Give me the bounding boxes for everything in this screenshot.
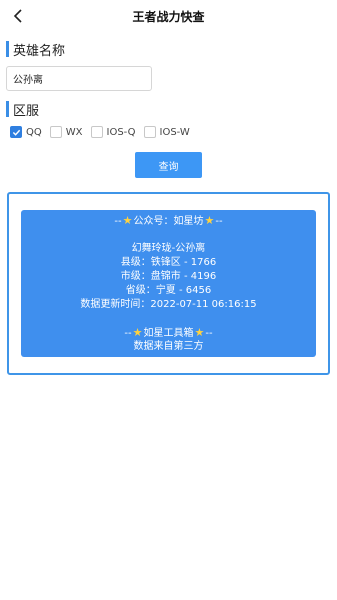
server-option-label: IOS-W <box>159 126 190 138</box>
result-header: --★公众号：如星坊★-- <box>21 214 316 228</box>
result-province-line: 省级：宁夏 - 6456 <box>125 285 212 296</box>
chevron-left-icon <box>13 9 22 23</box>
result-source-line: 数据来自第三方 <box>133 341 204 352</box>
section-accent-bar <box>6 41 9 57</box>
hero-name-input[interactable] <box>6 66 152 91</box>
result-hero-line: 幻舞玲珑-公孙离 <box>131 243 206 254</box>
query-button[interactable]: 查询 <box>135 152 202 178</box>
result-panel: --★公众号：如星坊★-- 幻舞玲珑-公孙离 县级：铁锋区 - 1766 市级：… <box>7 192 330 375</box>
star-icon: ★ <box>204 214 215 227</box>
server-option-ios-q[interactable]: IOS-Q <box>90 126 136 138</box>
result-footer: --★如星工具箱★-- <box>21 326 316 340</box>
checkmark-icon <box>12 129 20 136</box>
server-options: QQ WX IOS-Q IOS-W <box>10 124 198 140</box>
star-icon: ★ <box>194 326 205 339</box>
server-option-qq[interactable]: QQ <box>10 126 42 138</box>
result-header-prefix: -- <box>114 216 122 227</box>
back-button[interactable] <box>6 4 30 28</box>
server-option-label: IOS-Q <box>106 126 136 138</box>
result-footer-prefix: -- <box>124 328 132 339</box>
top-bar: 王者战力快查 <box>0 0 337 32</box>
checkbox[interactable] <box>49 126 62 138</box>
checkbox[interactable] <box>90 126 103 138</box>
result-header-text: 公众号：如星坊 <box>133 216 204 227</box>
result-card: --★公众号：如星坊★-- 幻舞玲珑-公孙离 县级：铁锋区 - 1766 市级：… <box>21 210 316 357</box>
result-city-line: 市级：盘锦市 - 4196 <box>120 271 217 282</box>
server-label: 区服 <box>13 103 40 119</box>
result-update-time: 数据更新时间：2022-07-11 06:16:15 <box>80 299 257 310</box>
server-option-label: WX <box>65 126 83 138</box>
result-county-line: 县级：铁锋区 - 1766 <box>120 257 217 268</box>
server-option-wx[interactable]: WX <box>49 126 83 138</box>
result-header-suffix: -- <box>215 216 223 227</box>
checkbox[interactable] <box>143 126 156 138</box>
result-footer-suffix: -- <box>205 328 213 339</box>
star-icon: ★ <box>132 326 143 339</box>
result-footer-text: 如星工具箱 <box>143 328 194 339</box>
server-option-ios-w[interactable]: IOS-W <box>143 126 190 138</box>
page-title: 王者战力快查 <box>132 9 205 24</box>
checkbox-checked[interactable] <box>10 126 22 138</box>
section-accent-bar <box>6 101 9 117</box>
hero-name-section-label: 英雄名称 <box>6 41 66 59</box>
server-section-label: 区服 <box>6 101 40 119</box>
star-icon: ★ <box>122 214 133 227</box>
server-option-label: QQ <box>26 126 42 138</box>
hero-name-label: 英雄名称 <box>13 43 66 59</box>
